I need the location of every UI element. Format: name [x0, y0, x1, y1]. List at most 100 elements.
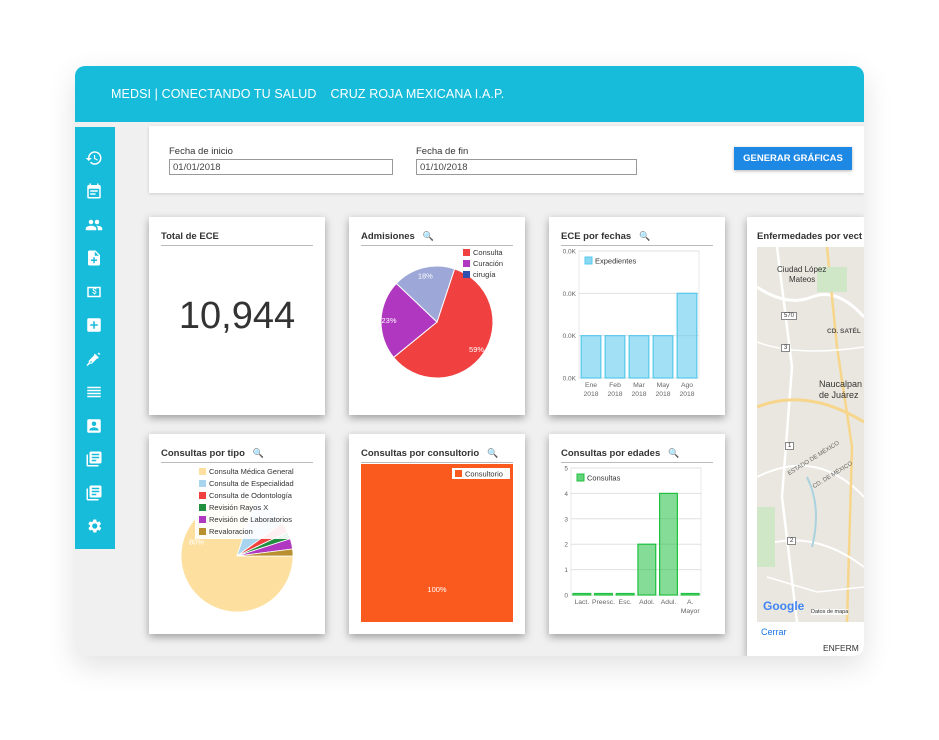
legend-label[interactable]: Curación	[473, 259, 503, 268]
bar[interactable]	[676, 292, 698, 379]
close-map-link[interactable]: Cerrar	[761, 627, 787, 637]
legend-swatch	[463, 271, 470, 278]
list-icon[interactable]	[83, 381, 105, 403]
y-tick-label: 0	[564, 593, 568, 600]
consultas-consultorio-card: Consultas por consultorio 🔍 Consultorio 10…	[349, 434, 525, 634]
bar[interactable]	[680, 592, 700, 596]
legend-label[interactable]: Consultorio	[465, 470, 503, 479]
app-window: MEDSI | CONECTANDO TU SALUD CRUZ ROJA ME…	[75, 66, 864, 656]
y-tick-label: 3	[564, 516, 568, 523]
x-tick-label: Adul.	[661, 599, 677, 606]
legend-label[interactable]: Revisión Rayos X	[209, 503, 268, 512]
consultas-tipo-pie-chart: 80% Consulta Médica General Consulta de Es…	[180, 466, 315, 613]
money-icon[interactable]	[83, 281, 105, 303]
generate-charts-button[interactable]: GENERAR GRÁFICAS	[734, 147, 852, 170]
x-tick-label: Ago	[681, 382, 693, 389]
x-tick-label: Lact.	[574, 599, 589, 606]
y-tick-label: 0.0K	[563, 333, 577, 340]
legend-swatch	[199, 528, 206, 535]
x-tick-label: 2018	[607, 391, 622, 398]
pie-data-label: 23%	[382, 316, 397, 325]
bar[interactable]	[572, 592, 592, 596]
legend-swatch	[455, 470, 462, 477]
enfermedades-map-card: Enfermedades por vect Ciudad López Mateo…	[747, 217, 864, 656]
y-tick-label: 0.0K	[563, 249, 577, 256]
bar[interactable]	[628, 335, 650, 379]
legend-swatch	[584, 256, 593, 265]
x-tick-label: 2018	[679, 391, 694, 398]
sidebar	[75, 127, 115, 549]
contact-card-icon[interactable]	[83, 415, 105, 437]
x-tick-label: Adol.	[639, 599, 655, 606]
map-place-label: CD. SATÉL	[827, 328, 861, 335]
map-place-label: Ciudad López	[777, 265, 827, 274]
library-books-icon[interactable]	[83, 448, 105, 470]
legend-label[interactable]: Consulta Médica General	[209, 467, 294, 476]
pie-data-label: 80%	[189, 538, 204, 547]
legend-swatch	[576, 473, 585, 482]
ece-fechas-card: ECE por fechas 🔍 0.0K 0.0K 0.0K 0.0K Ene 2018 F…	[549, 217, 725, 415]
end-date-input[interactable]	[416, 159, 637, 175]
gear-icon[interactable]	[83, 515, 105, 537]
bar[interactable]	[580, 335, 602, 379]
legend-swatch	[199, 504, 206, 511]
bar[interactable]	[615, 592, 635, 596]
bar[interactable]	[604, 335, 626, 379]
admisiones-card: Admisiones 🔍 59% 23% 18% Consulta Curación cir…	[349, 217, 525, 415]
date-filter-panel: Fecha de inicio Fecha de fin GENERAR GRÁ…	[149, 126, 864, 193]
legend-swatch	[199, 468, 206, 475]
legend-swatch	[199, 492, 206, 499]
calendar-icon[interactable]	[83, 180, 105, 202]
bar[interactable]	[594, 592, 613, 596]
legend-label[interactable]: Consultas	[587, 474, 621, 483]
bar[interactable]	[652, 335, 674, 379]
map-footer-label: ENFERM	[823, 643, 859, 653]
library-books-icon-2[interactable]	[83, 482, 105, 504]
x-tick-label: May	[657, 382, 670, 389]
medical-cross-icon[interactable]	[83, 314, 105, 336]
map-data-attribution[interactable]: Datos de mapa	[811, 609, 849, 615]
legend-swatch	[463, 249, 470, 256]
y-tick-label: 4	[564, 491, 568, 498]
card-title: Enfermedades por vect	[757, 231, 863, 242]
syringe-icon[interactable]	[83, 348, 105, 370]
users-icon[interactable]	[83, 214, 105, 236]
x-tick-label: Preesc.	[592, 599, 615, 606]
legend-label[interactable]: Revisión de Laboratorios	[209, 515, 292, 524]
google-logo: Google	[763, 599, 805, 613]
legend-label[interactable]: Revaloracion	[209, 527, 253, 536]
y-tick-label: 2	[564, 542, 568, 549]
history-icon[interactable]	[83, 147, 105, 169]
x-tick-label: 2018	[631, 391, 646, 398]
map-place-label: de Juárez	[819, 390, 859, 400]
app-name[interactable]: MEDSI | CONECTANDO TU SALUD	[111, 87, 317, 101]
bar[interactable]	[637, 543, 657, 596]
pie-slice[interactable]	[361, 464, 513, 622]
pie-data-label: 59%	[469, 345, 484, 354]
y-tick-label: 0.0K	[563, 291, 577, 298]
y-tick-label: 1	[564, 567, 568, 574]
legend-label[interactable]: Consulta	[473, 248, 503, 257]
pie-data-label: 18%	[418, 271, 433, 280]
y-tick-label: 5	[564, 466, 568, 473]
admisiones-pie-chart: 59% 23% 18% Consulta Curación cirugía	[380, 248, 503, 379]
legend-label[interactable]: Consulta de Especialidad	[209, 479, 294, 488]
top-bar: MEDSI | CONECTANDO TU SALUD CRUZ ROJA ME…	[75, 66, 864, 122]
map-place-label: Naucalpan	[819, 379, 863, 389]
bar[interactable]	[659, 492, 678, 596]
map-view[interactable]: Ciudad López Mateos Naucalpan de Juárez …	[757, 247, 864, 622]
legend-swatch	[199, 516, 206, 523]
legend-label[interactable]: Expedientes	[595, 257, 637, 266]
x-tick-label: 2018	[583, 391, 598, 398]
x-tick-label: Feb	[609, 382, 621, 389]
legend-swatch	[463, 260, 470, 267]
start-date-input[interactable]	[169, 159, 393, 175]
highway-shield: 570	[781, 312, 798, 320]
title-divider	[161, 245, 313, 246]
legend-label[interactable]: cirugía	[473, 270, 496, 279]
total-ece-card: Total de ECE 10,944	[149, 217, 325, 415]
legend-swatch	[199, 480, 206, 487]
highway-shield: 2	[787, 537, 797, 545]
file-add-icon[interactable]	[83, 247, 105, 269]
legend-label[interactable]: Consulta de Odontología	[209, 491, 293, 500]
